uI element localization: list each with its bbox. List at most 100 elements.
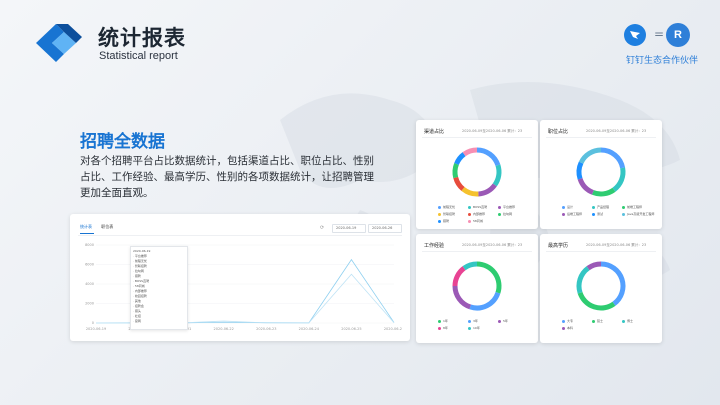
x-tick-label: 2020-06-23 (256, 327, 276, 331)
partner-caption: 钉钉生态合作伙伴 (625, 56, 698, 66)
legend-item: 1年 (438, 319, 468, 323)
chart-legend: 设计 产品经理 前端工程师后端工程师 测试 Java高级开发工程师 (562, 205, 658, 219)
y-tick-label: 2000 (85, 302, 94, 306)
donut-slice (476, 261, 502, 294)
donut-slice (600, 261, 626, 306)
card-channel-share: 渠道占比 2020-06-09至2020-06-06 累计：23 前程无忧 BOS… (416, 120, 538, 229)
donut-slice (469, 291, 501, 311)
chart-legend: 1年 3年 5年 8年 10年 (438, 319, 534, 333)
page-subtitle: Statistical report (99, 50, 178, 62)
tab-positions[interactable]: 职位表 (101, 224, 113, 230)
legend-item: 5年 (498, 319, 528, 323)
donut-slice (578, 147, 602, 164)
partner-logo-icon: R (666, 23, 690, 47)
legend-dot-icon (468, 326, 471, 330)
donut-chart (576, 147, 626, 197)
equals-sign: = (654, 27, 665, 41)
legend-item: 本科 (562, 326, 592, 330)
donut-slice (591, 187, 616, 197)
legend-dot-icon (498, 212, 501, 216)
tab-divider (78, 235, 402, 236)
legend-item: 后端工程师 (562, 212, 592, 216)
donut-slice (577, 291, 616, 311)
legend-item: 大专 (562, 319, 592, 323)
donut-slice (462, 261, 478, 271)
donut-slice (576, 266, 590, 294)
legend-dot-icon (438, 205, 441, 209)
donut-chart (452, 147, 502, 197)
card-date: 2020-06-09至2020-06-06 累计：23 (586, 243, 647, 247)
y-tick-label: 6000 (85, 263, 94, 267)
chart-tooltip: 2020-06-19 · 平台推荐 · 前程无忧 · 智联招聘 · 拉勾网 · 猎聘 · B… (130, 246, 188, 330)
chart-legend: 前程无忧 BOSS直聘 平台推荐智联招聘 内部推荐 拉勾网猎聘 58同城 (438, 205, 534, 226)
legend-dot-icon (438, 326, 441, 330)
legend-dot-icon (562, 205, 565, 209)
legend-dot-icon (438, 319, 441, 323)
legend-item: 产品经理 (592, 205, 622, 209)
card-title: 工作经验 (424, 243, 445, 249)
tab-underline (80, 233, 94, 234)
y-tick-label: 4000 (85, 282, 94, 286)
card-position-share: 职位占比 2020-06-09至2020-06-06 累计：23 设计 产品经理前… (540, 120, 662, 229)
x-tick-label: 2020-06-22 (214, 327, 234, 331)
x-tick-label: 2020-06-24 (299, 327, 320, 331)
donut-slice (452, 266, 466, 287)
legend-item: 8年 (438, 326, 468, 330)
legend-dot-icon (468, 212, 471, 216)
legend-dot-icon (468, 219, 471, 223)
legend-dot-icon (592, 319, 595, 323)
legend-item: 前端工程师 (622, 205, 652, 209)
legend-item: 猎聘 (438, 219, 468, 223)
donut-slice (453, 176, 465, 191)
donut-slice (452, 162, 459, 179)
legend-dot-icon (498, 205, 501, 209)
legend-item: 博士 (622, 319, 652, 323)
refresh-icon[interactable]: ⟳ (320, 225, 324, 231)
donut-slice (612, 167, 626, 192)
legend-item: 平台推荐 (498, 205, 528, 209)
section-title: 招聘全数据 (80, 132, 165, 152)
card-date: 2020-06-09至2020-06-06 累计：23 (462, 129, 523, 133)
app-logo-icon (36, 24, 82, 62)
dingtalk-icon (624, 24, 646, 46)
tab-statistics[interactable]: 统计表 (80, 224, 92, 230)
legend-dot-icon (592, 205, 595, 209)
card-date: 2020-06-09至2020-06-06 累计：23 (462, 243, 523, 247)
y-tick-label: 0 (92, 321, 94, 325)
legend-dot-icon (562, 212, 565, 216)
donut-slice (600, 147, 626, 169)
partner-badge: = R 钉钉生态合作伙伴 (620, 22, 700, 74)
card-title: 渠道占比 (424, 129, 445, 135)
donut-chart (576, 261, 626, 311)
x-tick-label: 2020-06-26 (384, 327, 402, 331)
donut-slice (577, 177, 595, 195)
donut-chart (452, 261, 502, 311)
legend-item: 58同城 (468, 219, 498, 223)
legend-dot-icon (562, 319, 565, 323)
date-start-input[interactable]: 2020-06-19 (332, 224, 366, 233)
legend-dot-icon (468, 205, 471, 209)
donut-slice (492, 164, 502, 187)
legend-dot-icon (592, 212, 595, 216)
donut-slice (576, 161, 584, 180)
tooltip-item: · 官网 (133, 319, 141, 323)
donut-slice (462, 147, 478, 157)
legend-item: 设计 (562, 205, 592, 209)
donut-slice (476, 147, 501, 167)
legend-item: 硕士 (592, 319, 622, 323)
statistics-dashboard: 统计表 职位表 ⟳ 2020-06-19 2020-06-26 8000 6000… (70, 214, 410, 341)
section-description: 对各个招聘平台占比数据统计，包括渠道占比、职位占比、性别占比、工作经验、最高学历… (80, 155, 374, 199)
donut-slice (454, 152, 466, 165)
card-title: 职位占比 (548, 129, 569, 135)
legend-item: 拉勾网 (498, 212, 528, 216)
card-education: 最高学历 2020-06-09至2020-06-06 累计：23 大专 硕士 博士本… (540, 234, 662, 343)
legend-dot-icon (622, 205, 625, 209)
chart-legend: 大专 硕士 博士本科 (562, 319, 658, 333)
donut-slice (452, 285, 472, 310)
y-tick-label: 8000 (85, 243, 94, 247)
date-end-input[interactable]: 2020-06-26 (368, 224, 402, 233)
dashboard-tabs: 统计表 职位表 (80, 224, 121, 230)
legend-dot-icon (468, 319, 471, 323)
x-tick-label: 2020-06-25 (341, 327, 361, 331)
card-work-experience: 工作经验 2020-06-09至2020-06-06 累计：23 1年 3年 5年 8… (416, 234, 538, 343)
